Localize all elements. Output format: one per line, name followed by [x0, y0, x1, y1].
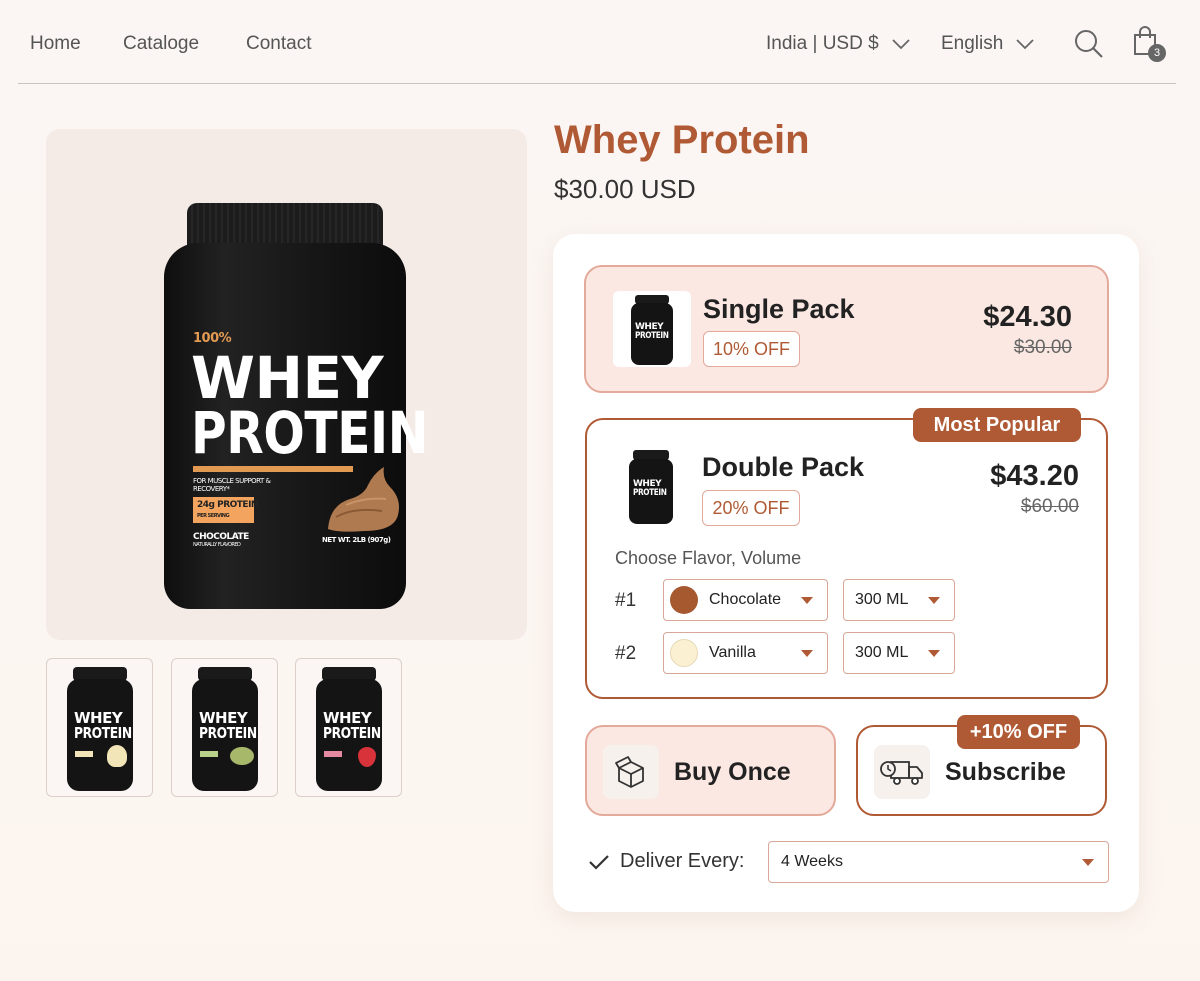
search-icon[interactable]	[1074, 29, 1104, 59]
vanilla-swatch-icon	[670, 639, 698, 667]
row-number-2: #2	[615, 643, 637, 664]
single-pack-option[interactable]: WHEY PROTEIN Single Pack 10% OFF $24.30 …	[584, 265, 1109, 393]
tub-text-net-weight: NET WT. 2LB (907g)	[322, 536, 391, 544]
tub-text-protein: PROTEIN	[191, 399, 429, 467]
deliver-every-label: Deliver Every:	[620, 850, 745, 872]
buy-once-label: Buy Once	[674, 758, 791, 786]
box-icon	[603, 745, 659, 799]
row-number-1: #1	[615, 590, 637, 611]
thumb-text-protein: PROTEIN	[633, 488, 667, 498]
buy-once-button[interactable]: Buy Once	[585, 725, 836, 816]
main-product-image: 100% WHEY PROTEIN FOR MUSCLE SUPPORT & R…	[46, 129, 527, 640]
thumb-text-protein: PROTEIN	[199, 724, 257, 742]
flavor-select-2[interactable]: Vanilla	[663, 632, 828, 674]
single-pack-old-price: $30.00	[1013, 337, 1072, 358]
single-pack-discount-badge: 10% OFF	[703, 331, 800, 367]
protein-tub-thumb: WHEY PROTEIN	[192, 667, 258, 791]
language-label: English	[941, 33, 1004, 54]
nav-catalog-link[interactable]: Cataloge	[123, 33, 199, 55]
protein-tub-thumb: WHEY PROTEIN	[316, 667, 382, 791]
tub-text-flavor: CHOCOLATE	[193, 532, 249, 542]
cart-button[interactable]: 3	[1132, 26, 1166, 62]
most-popular-ribbon: Most Popular	[913, 408, 1081, 442]
cart-count-badge: 3	[1148, 44, 1166, 62]
double-pack-thumb: WHEY PROTEIN	[613, 444, 691, 528]
tub-text-protein-amount: 24g PROTEIN	[197, 500, 258, 510]
choose-flavor-label: Choose Flavor, Volume	[615, 548, 802, 568]
double-pack-discount-badge: 20% OFF	[702, 490, 800, 526]
caret-down-icon	[1082, 859, 1094, 866]
single-pack-thumb: WHEY PROTEIN	[613, 291, 691, 367]
thumb-text-protein: PROTEIN	[323, 724, 381, 742]
thumbnail-pistachio[interactable]: WHEY PROTEIN	[171, 658, 278, 797]
volume-select-1-value: 300 ML	[855, 591, 909, 608]
nav-contact-link[interactable]: Contact	[246, 33, 311, 55]
caret-down-icon	[801, 597, 813, 604]
checkmark-icon	[589, 854, 609, 870]
double-pack-name: Double Pack	[702, 452, 865, 482]
tub-text-flavor-note: NATURALLY FLAVORED	[193, 542, 241, 548]
product-title: Whey Protein	[554, 118, 810, 162]
delivery-frequency-select[interactable]: 4 Weeks	[768, 841, 1109, 883]
volume-select-2[interactable]: 300 ML	[843, 632, 955, 674]
tub-text-per-serving: PER SERVING	[197, 513, 230, 519]
thumbnail-vanilla[interactable]: WHEY PROTEIN	[46, 658, 153, 797]
volume-select-2-value: 300 ML	[855, 644, 909, 661]
thumbnail-strawberry[interactable]: WHEY PROTEIN	[295, 658, 402, 797]
protein-tub-image: 100% WHEY PROTEIN FOR MUSCLE SUPPORT & R…	[164, 203, 429, 611]
double-pack-price: $43.20	[990, 460, 1079, 492]
flavor-select-1[interactable]: Chocolate	[663, 579, 828, 621]
chevron-down-icon	[892, 39, 910, 50]
tub-text-claim: FOR MUSCLE SUPPORT & RECOVERY*	[193, 477, 271, 494]
region-currency-select[interactable]: India | USD $	[766, 33, 911, 55]
flavor-select-1-value: Chocolate	[709, 591, 782, 608]
single-pack-price: $24.30	[983, 301, 1072, 333]
tub-text-whey: WHEY	[191, 344, 384, 412]
delivery-truck-icon	[874, 745, 930, 799]
chocolate-swatch-icon	[670, 586, 698, 614]
deliver-every-row: Deliver Every:	[588, 850, 744, 873]
chevron-down-icon	[1016, 39, 1034, 50]
site-header: Home Cataloge Contact India | USD $ Engl…	[18, 0, 1176, 84]
volume-select-1[interactable]: 300 ML	[843, 579, 955, 621]
subscribe-label: Subscribe	[945, 758, 1066, 786]
double-pack-old-price: $60.00	[1020, 496, 1079, 517]
chocolate-swirl-icon	[328, 467, 399, 532]
flavor-select-2-value: Vanilla	[709, 644, 756, 661]
nav-home-link[interactable]: Home	[30, 33, 81, 55]
delivery-frequency-value: 4 Weeks	[781, 853, 843, 870]
subscribe-discount-ribbon: +10% OFF	[957, 715, 1080, 749]
thumb-text-protein: PROTEIN	[635, 331, 669, 341]
thumb-text-protein: PROTEIN	[74, 724, 132, 742]
language-select[interactable]: English	[941, 33, 1035, 55]
region-currency-label: India | USD $	[766, 33, 879, 54]
caret-down-icon	[928, 597, 940, 604]
caret-down-icon	[801, 650, 813, 657]
product-price: $30.00 USD	[554, 174, 696, 204]
single-pack-name: Single Pack	[703, 294, 855, 324]
protein-tub-thumb: WHEY PROTEIN	[67, 667, 133, 791]
caret-down-icon	[928, 650, 940, 657]
